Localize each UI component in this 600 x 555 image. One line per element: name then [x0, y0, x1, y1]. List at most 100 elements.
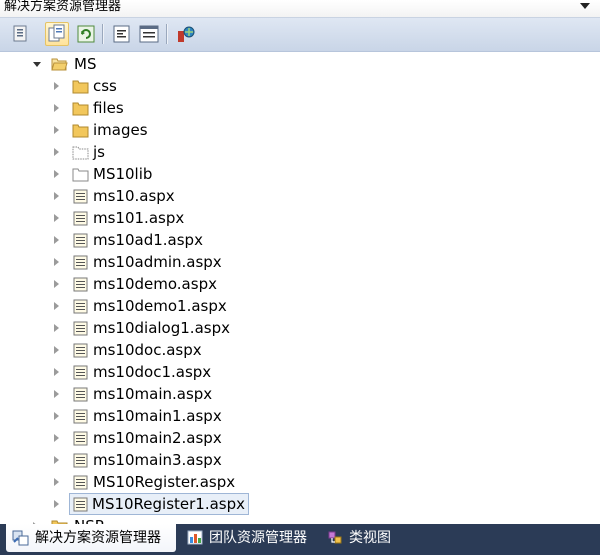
tree-node-label: ms10demo1.aspx [93, 297, 227, 315]
tree-node-label: ms10.aspx [93, 187, 175, 205]
expand-arrow-icon[interactable] [54, 126, 59, 134]
tree-node-file[interactable]: ms10.aspx [0, 185, 600, 207]
tree-node-label: ms10ad1.aspx [93, 231, 203, 249]
tree-node-folder[interactable]: images [0, 119, 600, 141]
tab-team-explorer[interactable]: 团队资源管理器 [180, 524, 320, 550]
expand-arrow-icon[interactable] [54, 368, 59, 376]
folder-icon [72, 124, 89, 138]
refresh-button[interactable] [74, 22, 98, 46]
aspx-file-icon [73, 277, 88, 292]
tree-node-folder[interactable]: css [0, 75, 600, 97]
tree-node-label: ms10demo.aspx [93, 275, 217, 293]
tree-node-file[interactable]: MS10Register.aspx [0, 471, 600, 493]
expand-arrow-icon[interactable] [54, 192, 59, 200]
expand-arrow-icon[interactable] [54, 82, 59, 90]
tree-node-file[interactable]: ms10main1.aspx [0, 405, 600, 427]
expand-arrow-icon[interactable] [54, 500, 59, 508]
tree-node-file[interactable]: ms10main.aspx [0, 383, 600, 405]
tree-node-label: ms10doc1.aspx [93, 363, 212, 381]
tab-solution-explorer[interactable]: 解决方案资源管理器 [6, 524, 176, 552]
class-view-icon [328, 531, 342, 544]
tree-node-file[interactable]: ms10main2.aspx [0, 427, 600, 449]
refresh-icon [77, 25, 95, 43]
tree-node-label: ms101.aspx [93, 209, 185, 227]
solution-tree: MS css files images js MS10lib ms10.aspx… [0, 52, 600, 524]
expand-arrow-icon[interactable] [54, 390, 59, 398]
tree-node-label: ms10main.aspx [93, 385, 213, 403]
expand-arrow-icon[interactable] [54, 346, 59, 354]
tree-node-folder[interactable]: js [0, 141, 600, 163]
expand-arrow-icon[interactable] [54, 302, 59, 310]
solution-explorer-icon [12, 530, 29, 546]
aspx-file-icon [73, 409, 88, 424]
view-code-icon [113, 25, 130, 43]
panel-title-bar: 解决方案资源管理器 [0, 0, 600, 18]
tree-node-label: ms10doc.aspx [93, 341, 202, 359]
aspx-file-icon [73, 233, 88, 248]
tree-node-file[interactable]: ms10demo.aspx [0, 273, 600, 295]
view-code-button[interactable] [110, 22, 134, 46]
tree-node-label: MS [74, 55, 97, 73]
tree-node-partial[interactable]: NSP [0, 515, 600, 524]
aspx-file-icon [73, 255, 88, 270]
panel-title: 解决方案资源管理器 [4, 0, 122, 14]
tree-node-file[interactable]: ms10admin.aspx [0, 251, 600, 273]
expand-arrow-icon[interactable] [54, 456, 59, 464]
tree-node-label: js [93, 143, 105, 161]
expand-arrow-icon[interactable] [54, 236, 59, 244]
expand-arrow-icon[interactable] [54, 170, 59, 178]
aspx-file-icon [73, 211, 88, 226]
expand-arrow-icon[interactable] [54, 434, 59, 442]
expand-arrow-icon[interactable] [54, 412, 59, 420]
empty-folder-icon [72, 146, 89, 160]
expand-arrow-icon[interactable] [54, 148, 59, 156]
tab-class-view[interactable]: 类视图 [320, 524, 400, 550]
show-all-files-button[interactable] [45, 22, 69, 46]
tree-node-file[interactable]: ms10doc.aspx [0, 339, 600, 361]
open-folder-icon [51, 58, 68, 71]
expand-arrow-icon[interactable] [54, 104, 59, 112]
view-designer-icon [139, 25, 159, 43]
tree-node-file[interactable]: ms10dialog1.aspx [0, 317, 600, 339]
solution-explorer-toolbar [0, 18, 600, 52]
tree-node-file-selected[interactable]: MS10Register1.aspx [0, 493, 600, 515]
tree-node-label: MS10lib [93, 165, 153, 183]
collapse-arrow-icon[interactable] [33, 62, 41, 67]
tab-label: 解决方案资源管理器 [35, 530, 161, 546]
tree-node-file[interactable]: ms10ad1.aspx [0, 229, 600, 251]
aspx-file-icon [73, 189, 88, 204]
tree-node-file[interactable]: ms101.aspx [0, 207, 600, 229]
folder-icon [72, 102, 89, 116]
tree-node-file[interactable]: ms10doc1.aspx [0, 361, 600, 383]
tree-node-file[interactable]: ms10main3.aspx [0, 449, 600, 471]
tree-node-label: MS10Register1.aspx [69, 493, 250, 515]
tree-node-folder[interactable]: files [0, 97, 600, 119]
tree-node-label: css [93, 77, 117, 95]
view-designer-button[interactable] [137, 22, 161, 46]
toolbar-separator [166, 24, 167, 44]
tree-node-label: ms10dialog1.aspx [93, 319, 230, 337]
aspx-file-icon [73, 453, 88, 468]
aspx-file-icon [73, 299, 88, 314]
expand-arrow-icon[interactable] [54, 324, 59, 332]
properties-button[interactable] [9, 22, 33, 46]
expand-arrow-icon[interactable] [54, 280, 59, 288]
tree-node-root[interactable]: MS [0, 53, 600, 75]
tab-label: 类视图 [349, 530, 391, 546]
panel-menu-dropdown-icon[interactable] [580, 3, 590, 9]
aspx-file-icon [73, 321, 88, 336]
tree-node-label: ms10main2.aspx [93, 429, 222, 447]
tree-node-folder[interactable]: MS10lib [0, 163, 600, 185]
properties-icon [13, 25, 27, 42]
tree-node-label: MS10Register.aspx [93, 473, 236, 491]
expand-arrow-icon[interactable] [54, 258, 59, 266]
tree-node-label: ms10admin.aspx [93, 253, 222, 271]
expand-arrow-icon[interactable] [54, 214, 59, 222]
tree-node-file[interactable]: ms10demo1.aspx [0, 295, 600, 317]
copy-website-icon [178, 26, 195, 42]
copy-website-button[interactable] [174, 22, 198, 46]
expand-arrow-icon[interactable] [54, 478, 59, 486]
folder-icon [72, 80, 89, 94]
aspx-file-icon [73, 497, 88, 512]
tool-window-tab-bar: 解决方案资源管理器 团队资源管理器 类视图 [0, 524, 600, 555]
